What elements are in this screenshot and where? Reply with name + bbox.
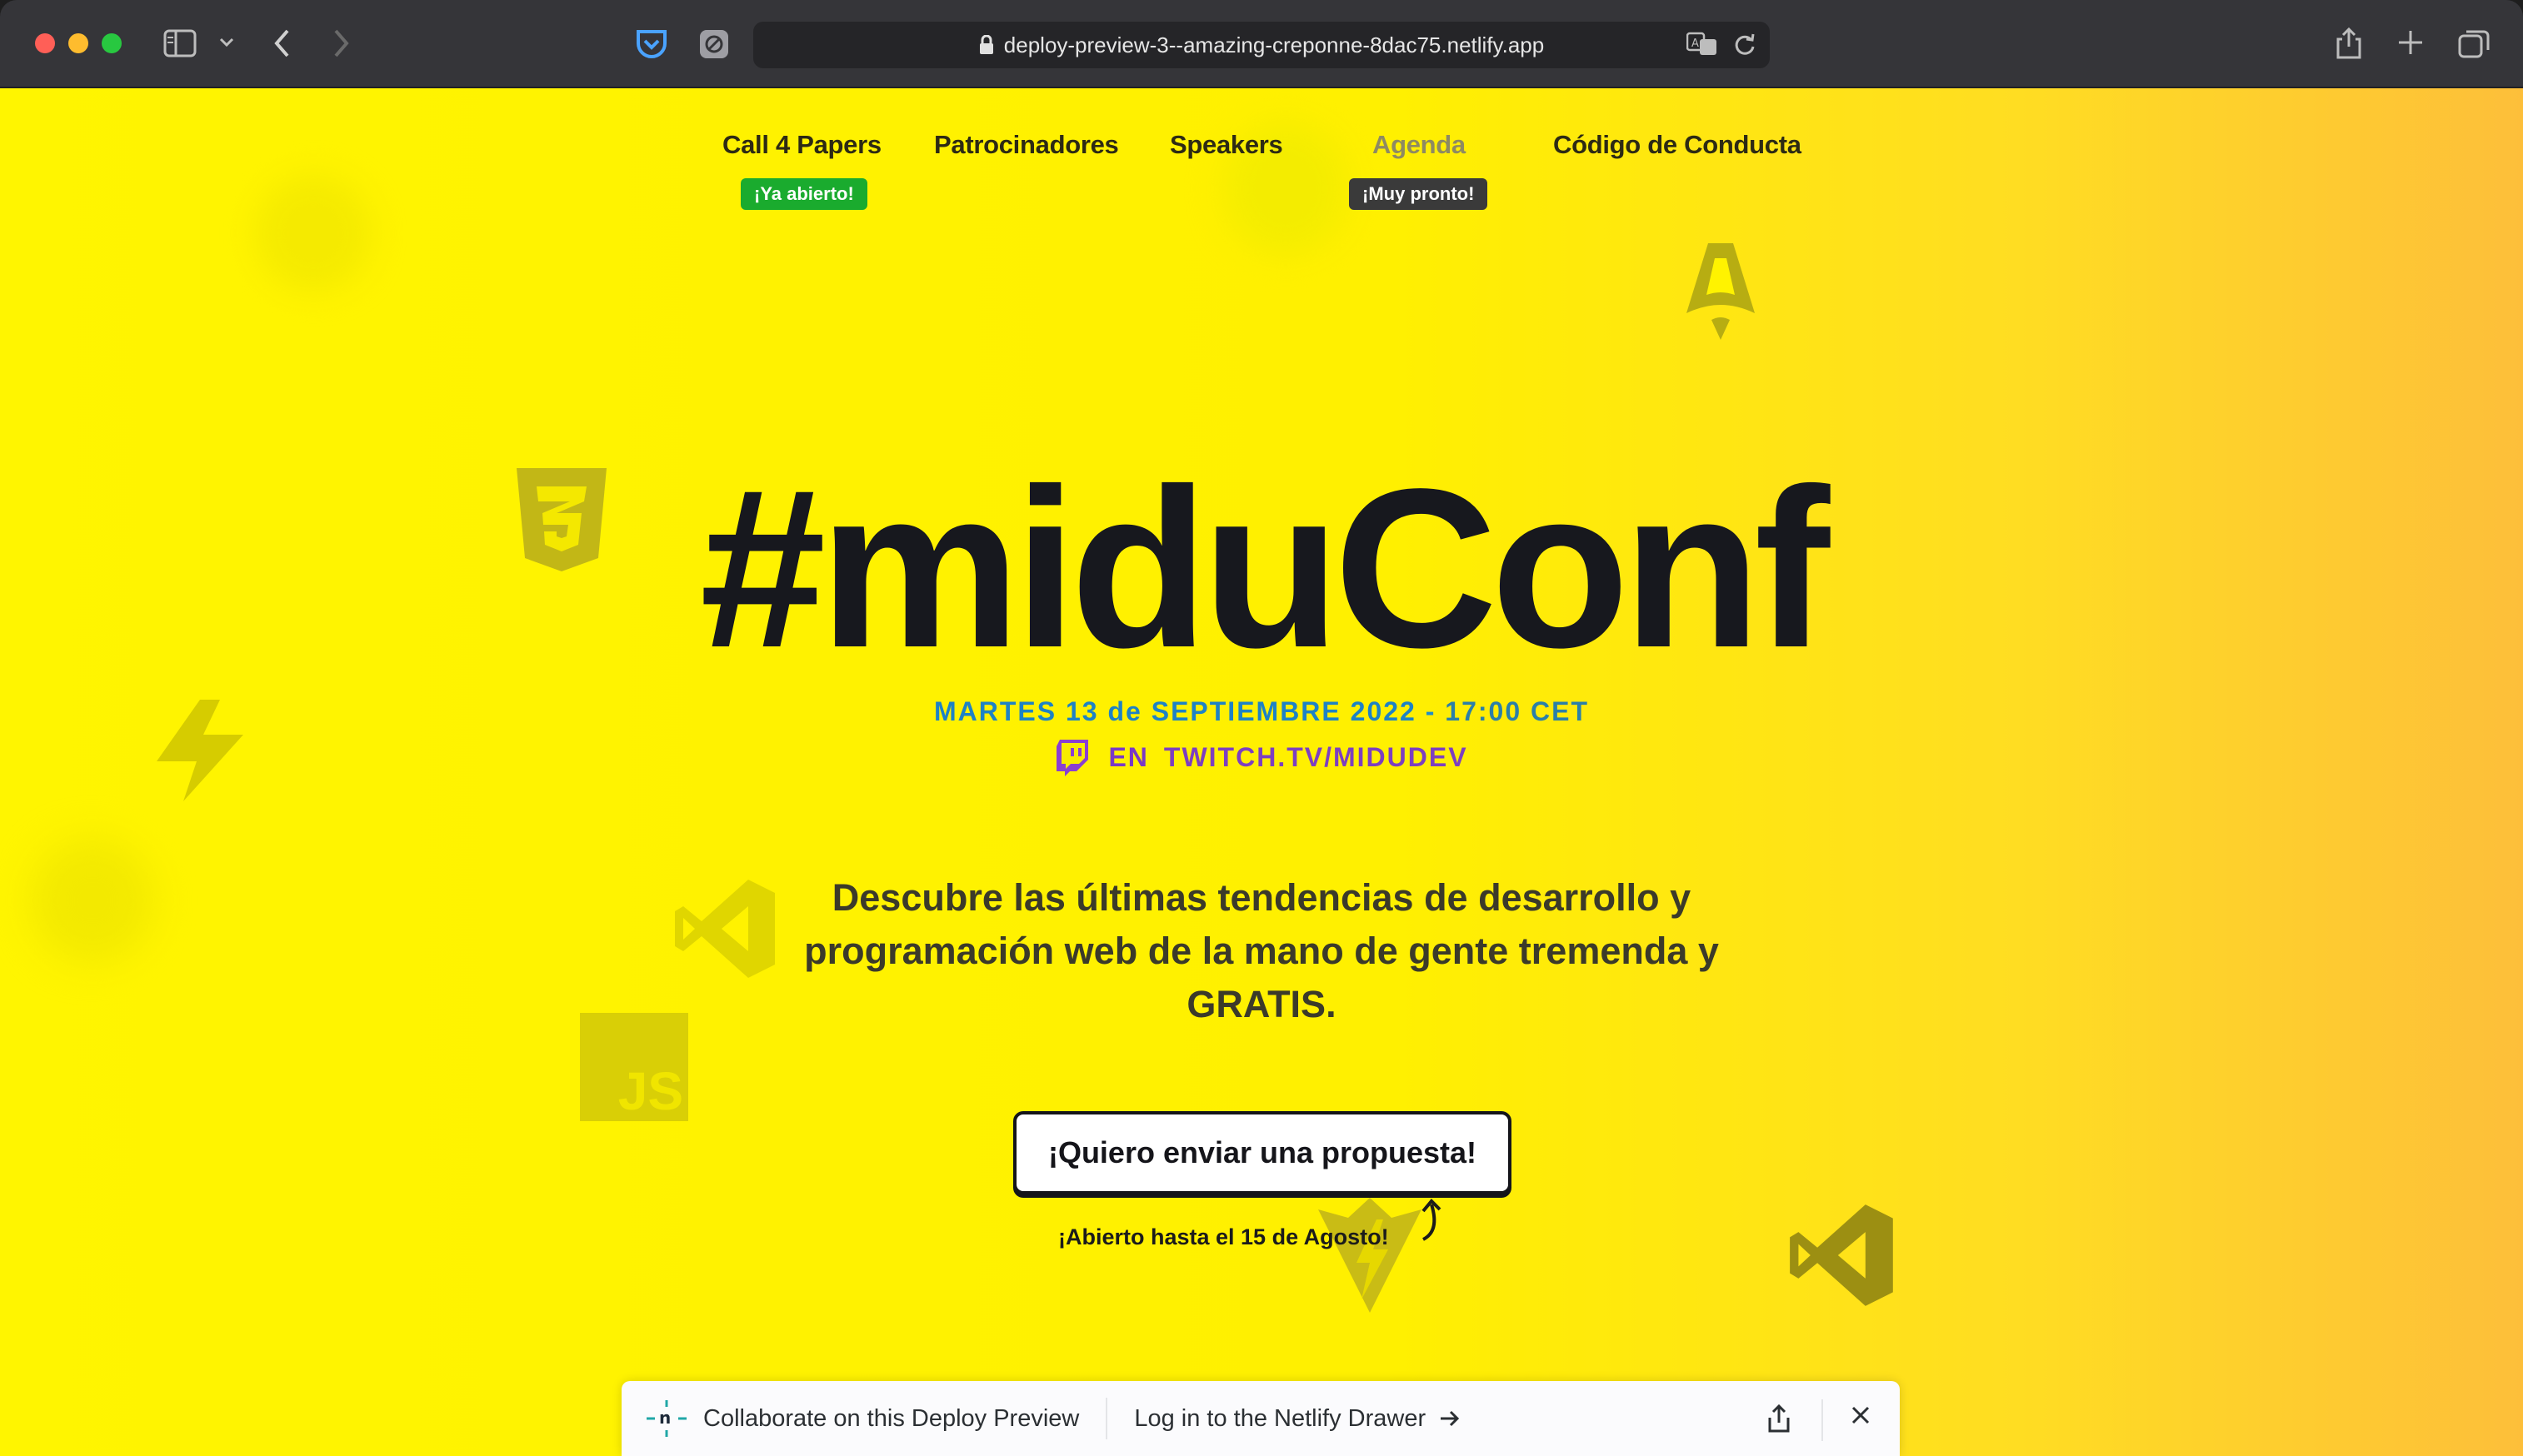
- zoom-window-button[interactable]: [102, 33, 122, 53]
- nav-badge-open: ¡Ya abierto!: [741, 178, 867, 210]
- nav-badge-coming-soon: ¡Muy pronto!: [1349, 178, 1488, 210]
- netlify-drawer: n Collaborate on this Deploy Preview Log…: [622, 1381, 1900, 1456]
- share-icon[interactable]: [2335, 25, 2363, 60]
- tab-overview-icon[interactable]: [2458, 28, 2490, 58]
- drawer-divider: [1821, 1399, 1823, 1441]
- login-label: Log in to the Netlify Drawer: [1134, 1404, 1426, 1432]
- twitch-icon: [1055, 738, 1090, 776]
- url-text: deploy-preview-3--amazing-creponne-8dac7…: [1003, 32, 1545, 57]
- new-tab-icon[interactable]: [2396, 28, 2425, 57]
- event-date: MARTES 13 de SEPTIEMBRE 2022 - 17:00 CET: [0, 696, 2523, 727]
- sidebar-toggle-icon[interactable]: [163, 28, 197, 58]
- hero-description: Descubre las últimas tendencias de desar…: [804, 876, 1719, 1025]
- vite-logo-icon: [1315, 1194, 1425, 1320]
- submit-proposal-button[interactable]: ¡Quiero enviar una propuesta!: [1013, 1111, 1511, 1194]
- event-time-text: 17:00 CET: [1445, 696, 1589, 726]
- nav-item-call-4-papers[interactable]: Call 4 Papers: [722, 130, 882, 160]
- stream-link-text[interactable]: TWITCH.TV/MIDUDEV: [1164, 742, 1468, 773]
- close-window-button[interactable]: [35, 33, 55, 53]
- collaborate-label[interactable]: Collaborate on this Deploy Preview: [703, 1405, 1079, 1433]
- svg-text:n: n: [659, 1408, 671, 1428]
- nav-item-agenda[interactable]: Agenda: [1372, 130, 1466, 160]
- netlify-login-link[interactable]: Log in to the Netlify Drawer: [1134, 1405, 1461, 1433]
- js-logo-text: JS: [617, 1061, 683, 1121]
- netlify-logo-icon: n: [645, 1399, 688, 1439]
- translate-icon[interactable]: A: [1686, 32, 1718, 62]
- arrow-right-icon: [1439, 1409, 1461, 1428]
- address-bar[interactable]: deploy-preview-3--amazing-creponne-8dac7…: [753, 22, 1770, 68]
- event-date-text: MARTES 13 de SEPTIEMBRE 2022: [934, 696, 1416, 726]
- nav-item-code-of-conduct[interactable]: Código de Conducta: [1553, 130, 1801, 160]
- vscode-logo-icon: [1786, 1199, 1898, 1315]
- astro-logo-icon: [1683, 240, 1758, 346]
- nav-item-speakers[interactable]: Speakers: [1170, 130, 1283, 160]
- back-icon[interactable]: [273, 28, 292, 58]
- extension-icon[interactable]: [698, 28, 730, 60]
- reload-icon[interactable]: [1733, 32, 1756, 62]
- twitch-link[interactable]: EN TWITCH.TV/MIDUDEV: [0, 738, 2523, 776]
- javascript-logo-icon: JS: [580, 1013, 688, 1121]
- date-separator: -: [1416, 696, 1446, 726]
- forward-icon[interactable]: [332, 28, 350, 58]
- main-navigation: Call 4 Papers ¡Ya abierto! Patrocinadore…: [0, 130, 2523, 222]
- page-title: #miduConf: [699, 441, 1830, 695]
- drawer-divider: [1106, 1398, 1108, 1439]
- curved-arrow-icon: [1416, 1196, 1450, 1247]
- pocket-icon[interactable]: [635, 28, 668, 60]
- webpage: JS Call 4 Papers ¡Ya abierto! Patrocinad…: [0, 88, 2523, 1456]
- deadline-note: ¡Abierto hasta el 15 de Agosto!: [1058, 1224, 1389, 1249]
- svg-text:A: A: [1691, 37, 1699, 50]
- browser-toolbar: deploy-preview-3--amazing-creponne-8dac7…: [0, 0, 2523, 88]
- stream-prefix: EN: [1108, 741, 1149, 772]
- chevron-down-icon[interactable]: [218, 37, 235, 48]
- lock-icon: [979, 35, 994, 55]
- blurred-decoration: [30, 838, 155, 963]
- nav-item-sponsors[interactable]: Patrocinadores: [934, 130, 1119, 160]
- drawer-share-icon[interactable]: [1766, 1404, 1791, 1439]
- drawer-close-icon[interactable]: [1850, 1404, 1871, 1433]
- minimize-window-button[interactable]: [68, 33, 88, 53]
